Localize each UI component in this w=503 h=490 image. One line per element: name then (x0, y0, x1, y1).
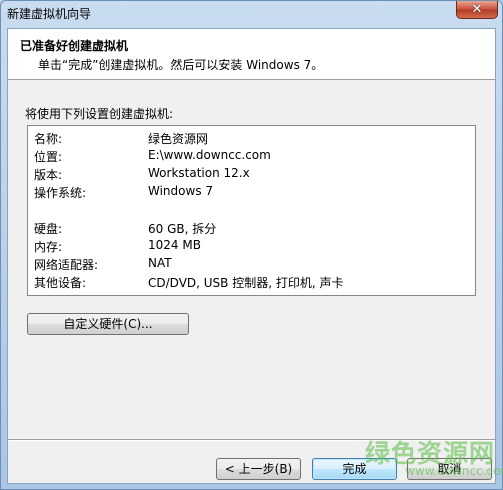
summary-value: 绿色资源网 (148, 132, 209, 146)
wizard-header: 已准备好创建虚拟机 单击“完成”创建虚拟机。然后可以安装 Windows 7。 (8, 29, 495, 80)
summary-row-network: 网络适配器: NAT (34, 256, 464, 274)
customize-hardware-button[interactable]: 自定义硬件(C)... (27, 313, 189, 335)
summary-row-version: 版本: Workstation 12.x (34, 166, 464, 184)
summary-value: CD/DVD, USB 控制器, 打印机, 声卡 (148, 276, 344, 290)
settings-summary: 名称: 绿色资源网 位置: E:\www.downcc.com 版本: Work… (27, 125, 476, 296)
summary-row-disk: 硬盘: 60 GB, 拆分 (34, 220, 464, 238)
header-title: 已准备好创建虚拟机 (20, 39, 129, 53)
summary-row-location: 位置: E:\www.downcc.com (34, 148, 464, 166)
summary-label: 硬盘: (34, 222, 63, 236)
summary-value: NAT (148, 256, 172, 270)
summary-label: 版本: (34, 168, 63, 182)
cancel-button[interactable]: 取消 (407, 458, 492, 480)
summary-row-memory: 内存: 1024 MB (34, 238, 464, 256)
summary-row-os: 操作系统: Windows 7 (34, 184, 464, 202)
back-button[interactable]: < 上一步(B) (216, 458, 301, 480)
wizard-content: 已准备好创建虚拟机 单击“完成”创建虚拟机。然后可以安装 Windows 7。 … (7, 28, 496, 484)
finish-button[interactable]: 完成 (312, 458, 397, 480)
close-button[interactable]: ✕ (456, 1, 498, 19)
summary-value: 60 GB, 拆分 (148, 222, 217, 236)
wizard-window: 新建虚拟机向导 ✕ 已准备好创建虚拟机 单击“完成”创建虚拟机。然后可以安装 W… (0, 0, 503, 490)
footer-divider (8, 439, 495, 441)
window-title: 新建虚拟机向导 (7, 7, 92, 21)
summary-label: 位置: (34, 150, 63, 164)
summary-label: 网络适配器: (34, 258, 99, 272)
summary-value: 1024 MB (148, 238, 201, 252)
summary-value: E:\www.downcc.com (148, 148, 271, 162)
summary-row-devices: 其他设备: CD/DVD, USB 控制器, 打印机, 声卡 (34, 274, 464, 292)
summary-value: Windows 7 (148, 184, 214, 198)
summary-label: 内存: (34, 240, 63, 254)
title-bar[interactable]: 新建虚拟机向导 ✕ (1, 1, 502, 23)
summary-value: Workstation 12.x (148, 166, 250, 180)
header-subtitle: 单击“完成”创建虚拟机。然后可以安装 Windows 7。 (38, 58, 324, 72)
summary-label: 其他设备: (34, 276, 87, 290)
close-icon: ✕ (471, 2, 483, 17)
summary-label: 名称: (34, 132, 63, 146)
intro-text: 将使用下列设置创建虚拟机: (25, 107, 174, 121)
summary-row-name: 名称: 绿色资源网 (34, 130, 464, 148)
summary-label: 操作系统: (34, 186, 87, 200)
